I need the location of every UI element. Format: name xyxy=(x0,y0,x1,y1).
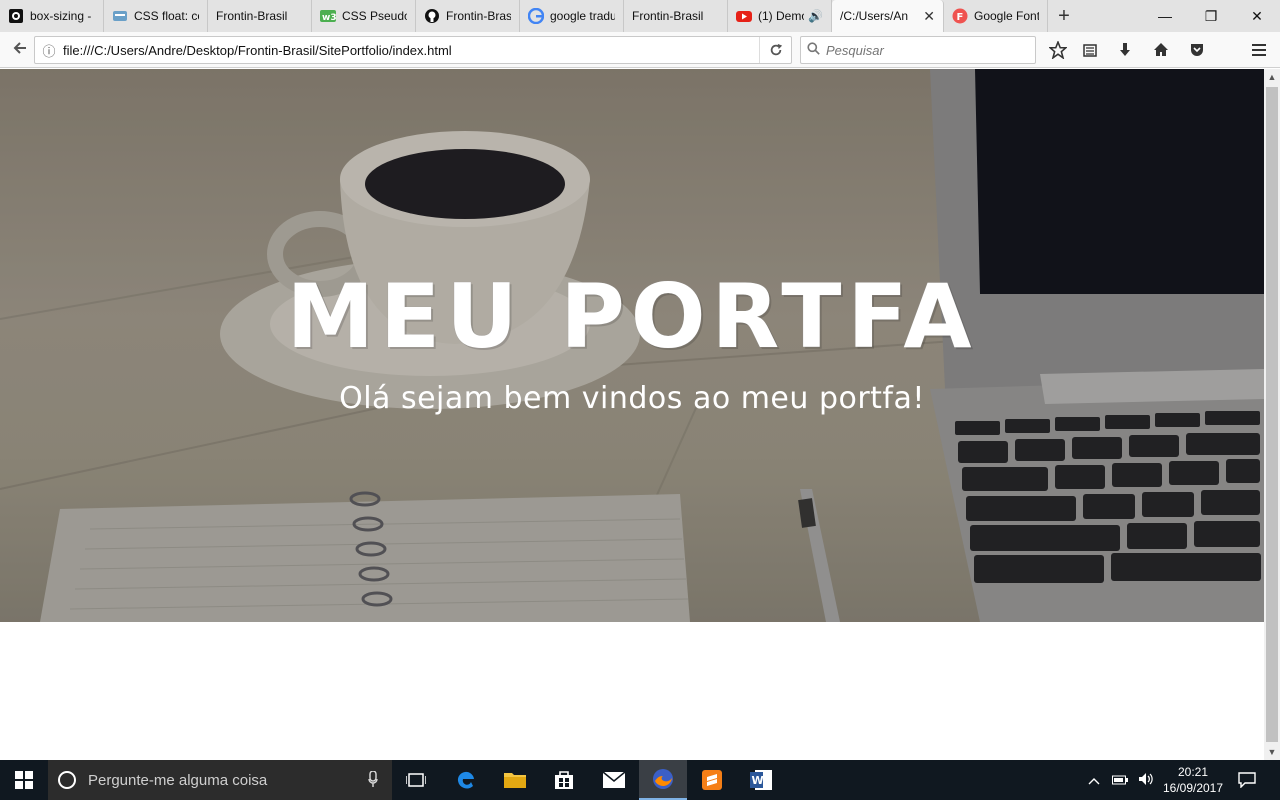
word-taskbar-button[interactable]: W xyxy=(737,760,785,800)
tab-google-fonts[interactable]: F Google Font xyxy=(944,0,1048,32)
new-tab-button[interactable]: + xyxy=(1048,0,1080,32)
close-window-button[interactable]: ✕ xyxy=(1234,0,1280,32)
home-icon xyxy=(1154,43,1168,56)
url-text[interactable]: file:///C:/Users/Andre/Desktop/Frontin-B… xyxy=(63,43,759,58)
cortana-icon xyxy=(58,771,76,789)
svg-text:W: W xyxy=(752,774,764,787)
github-icon xyxy=(8,8,24,24)
action-center-icon xyxy=(1238,772,1256,788)
star-icon xyxy=(1049,41,1067,59)
task-view-icon xyxy=(406,773,426,787)
windows-taskbar: Pergunte-me alguma coisa W 20:21 16/09/2… xyxy=(0,760,1280,800)
scrollbar-thumb[interactable] xyxy=(1266,87,1278,742)
clock-date: 16/09/2017 xyxy=(1162,781,1224,795)
firefox-taskbar-button[interactable] xyxy=(639,760,687,800)
search-icon xyxy=(807,42,820,58)
home-button[interactable] xyxy=(1147,36,1175,64)
system-tray xyxy=(1088,760,1154,800)
mail-envelope-icon xyxy=(602,771,626,788)
start-button[interactable] xyxy=(0,760,48,800)
battery-icon[interactable] xyxy=(1112,773,1128,788)
hero-title: MEU PORTFA xyxy=(286,265,978,368)
hamburger-menu-icon xyxy=(1252,44,1266,56)
speaker-icon[interactable]: 🔊 xyxy=(808,9,823,23)
word-icon: W xyxy=(750,770,772,790)
clock-time: 20:21 xyxy=(1177,765,1209,779)
pocket-button[interactable] xyxy=(1183,36,1211,64)
google-fonts-icon: F xyxy=(952,8,968,24)
hero-subtitle: Olá sejam bem vindos ao meu portfa! xyxy=(339,381,925,416)
search-input[interactable] xyxy=(826,42,1016,58)
back-button[interactable] xyxy=(6,36,34,64)
arrow-left-icon xyxy=(12,40,28,61)
svg-text:F: F xyxy=(957,12,964,23)
menu-button[interactable] xyxy=(1245,36,1273,64)
taskbar-clock[interactable]: 20:21 16/09/2017 xyxy=(1150,764,1236,796)
notifications-button[interactable] xyxy=(1238,760,1256,800)
chevron-up-icon[interactable] xyxy=(1088,773,1100,788)
firefox-icon xyxy=(653,769,673,789)
edge-icon xyxy=(457,771,474,789)
github-icon xyxy=(424,8,440,24)
info-icon[interactable]: ⓘ xyxy=(35,41,63,60)
scroll-up-arrow-icon[interactable]: ▲ xyxy=(1264,69,1280,85)
tab-current-index[interactable]: /C:/Users/An ✕ xyxy=(832,0,944,32)
svg-text:w3: w3 xyxy=(322,13,336,23)
file-explorer-taskbar-button[interactable] xyxy=(491,760,539,800)
scroll-down-arrow-icon[interactable]: ▼ xyxy=(1264,744,1280,760)
tab-frontin-brasil-2[interactable]: Frontin-Brasil xyxy=(624,0,728,32)
reload-button[interactable] xyxy=(759,37,791,63)
store-taskbar-button[interactable] xyxy=(540,760,588,800)
tab-css-float[interactable]: CSS float: co xyxy=(104,0,208,32)
site-icon xyxy=(112,8,128,24)
hero-section: MEU PORTFA Olá sejam bem vindos ao meu p… xyxy=(0,69,1264,622)
cortana-placeholder: Pergunte-me alguma coisa xyxy=(88,771,268,789)
reload-icon xyxy=(770,43,782,56)
minimize-button[interactable]: — xyxy=(1142,0,1188,32)
edge-taskbar-button[interactable] xyxy=(442,760,490,800)
cortana-search-box[interactable]: Pergunte-me alguma coisa xyxy=(48,760,392,800)
restore-button[interactable]: ❐ xyxy=(1188,0,1234,32)
tab-strip: box-sizing - CSS float: co Frontin-Brasi… xyxy=(0,0,1280,32)
bookmark-star-button[interactable] xyxy=(1044,36,1072,64)
search-box[interactable] xyxy=(800,36,1036,64)
address-bar[interactable]: ⓘ file:///C:/Users/Andre/Desktop/Frontin… xyxy=(34,36,792,64)
tab-frontin-bras-github[interactable]: Frontin-Bras xyxy=(416,0,520,32)
clipboard-icon xyxy=(1083,44,1097,57)
sublime-taskbar-button[interactable] xyxy=(688,760,736,800)
tab-youtube-demo[interactable]: (1) Demo 🔊 xyxy=(728,0,832,32)
google-icon xyxy=(527,7,545,25)
microphone-icon[interactable] xyxy=(368,769,378,790)
folder-icon xyxy=(504,773,526,788)
store-bag-icon xyxy=(555,771,573,789)
tab-frontin-brasil-1[interactable]: Frontin-Brasil xyxy=(208,0,312,32)
youtube-icon xyxy=(736,8,752,24)
tab-css-pseudo[interactable]: w3 CSS Pseudo- xyxy=(312,0,416,32)
mail-taskbar-button[interactable] xyxy=(590,760,638,800)
task-view-button[interactable] xyxy=(392,760,440,800)
download-arrow-icon xyxy=(1120,43,1130,56)
pocket-icon xyxy=(1191,44,1203,56)
close-tab-icon[interactable]: ✕ xyxy=(923,8,935,25)
navigation-toolbar: ⓘ file:///C:/Users/Andre/Desktop/Frontin… xyxy=(0,32,1280,68)
windows-logo-icon xyxy=(15,771,33,789)
downloads-button[interactable] xyxy=(1111,36,1139,64)
tab-google-tradutor[interactable]: google tradu xyxy=(520,0,624,32)
page-viewport: MEU PORTFA Olá sejam bem vindos ao meu p… xyxy=(0,69,1264,760)
vertical-scrollbar[interactable]: ▲ ▼ xyxy=(1264,69,1280,760)
bookmarks-list-button[interactable] xyxy=(1076,36,1104,64)
w3-icon: w3 xyxy=(320,8,337,24)
tab-box-sizing[interactable]: box-sizing - xyxy=(0,0,104,32)
sublime-text-icon xyxy=(702,770,722,790)
